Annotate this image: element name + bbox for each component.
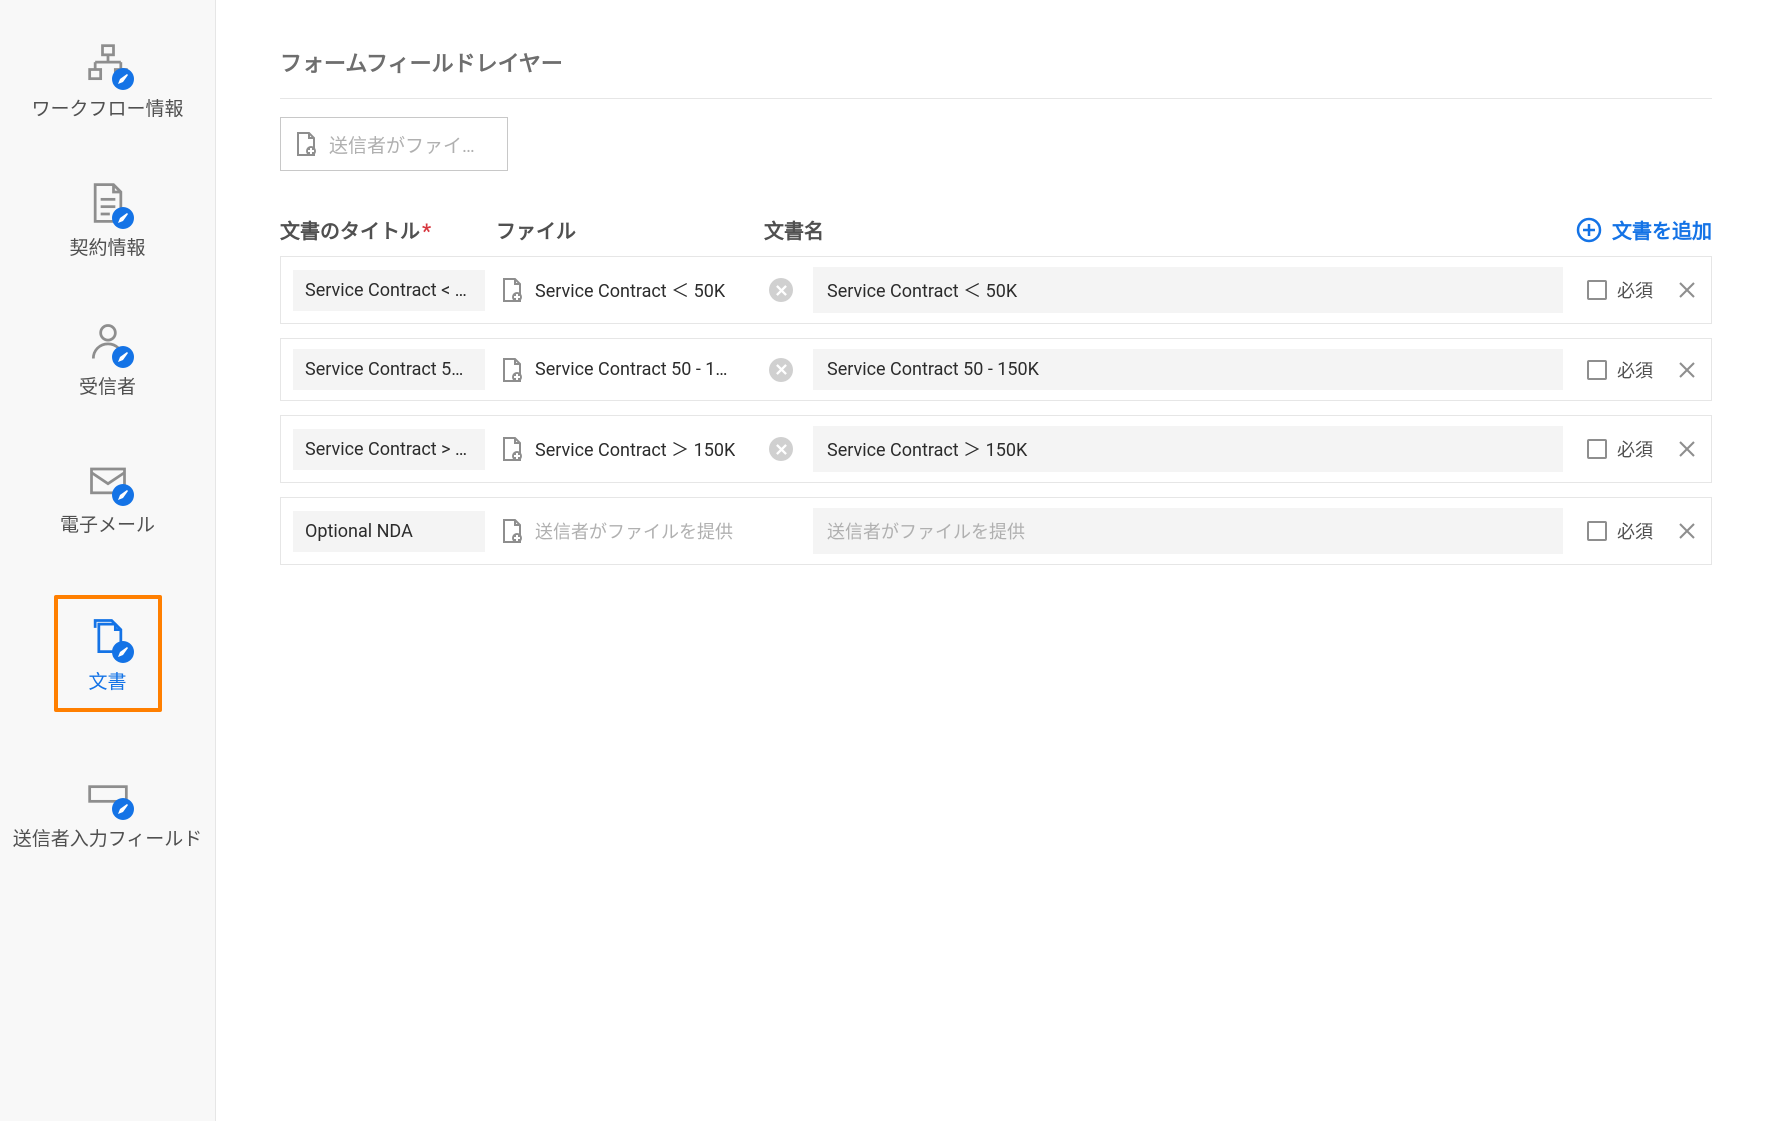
required-label: 必須: [1617, 436, 1653, 462]
required-checkbox[interactable]: [1587, 439, 1607, 459]
document-file-cell[interactable]: Service Contract ＞ 150K: [499, 436, 755, 462]
document-row: Service Contract < 5… Service Contract ＜ …: [280, 256, 1712, 324]
file-label: 送信者がファイルを提供: [535, 518, 733, 544]
sidebar-item-label: 送信者入力フィールド: [13, 828, 203, 851]
document-row: Optional NDA 送信者がファイルを提供 送信者がファイルを提供 必須: [280, 497, 1712, 565]
document-icon: [84, 179, 132, 227]
table-headers: 文書のタイトル* ファイル 文書名 文書を追加: [280, 215, 1712, 244]
header-title: 文書のタイトル*: [280, 215, 496, 244]
sidebar-item-label: 文書: [88, 671, 126, 694]
required-cell: 必須: [1587, 277, 1653, 303]
document-file-cell[interactable]: Service Contract ＜ 50K: [499, 277, 755, 303]
remove-row-button[interactable]: [1675, 519, 1699, 543]
document-file-cell[interactable]: 送信者がファイルを提供: [499, 518, 755, 544]
add-file-icon: [293, 131, 319, 157]
required-checkbox[interactable]: [1587, 280, 1607, 300]
document-rows: Service Contract < 5… Service Contract ＜ …: [280, 256, 1712, 565]
header-file: ファイル: [496, 215, 764, 244]
mail-icon: [84, 456, 132, 504]
sidebar-item-label: 契約情報: [69, 237, 145, 260]
document-name-input[interactable]: 送信者がファイルを提供: [813, 508, 1563, 554]
required-cell: 必須: [1587, 357, 1653, 383]
sidebar-item-label: ワークフロー情報: [31, 98, 183, 121]
input-field-icon: [84, 770, 132, 818]
clear-file-button[interactable]: [769, 437, 793, 461]
document-title-input[interactable]: Service Contract 50 -…: [293, 349, 485, 390]
required-label: 必須: [1617, 518, 1653, 544]
placeholder-text: 送信者がファイ…: [329, 131, 475, 158]
clear-file-button[interactable]: [769, 278, 793, 302]
document-name-input[interactable]: Service Contract ＜ 50K: [813, 267, 1563, 313]
sidebar-item-sender-input-fields[interactable]: 送信者入力フィールド: [0, 760, 215, 861]
person-icon: [84, 318, 132, 366]
section-title: フォームフィールドレイヤー: [280, 46, 1712, 78]
document-name-input[interactable]: Service Contract ＞ 150K: [813, 426, 1563, 472]
add-file-icon: [499, 518, 525, 544]
clear-file-button[interactable]: [769, 358, 793, 382]
required-checkbox[interactable]: [1587, 521, 1607, 541]
add-document-button[interactable]: 文書を追加: [1576, 215, 1712, 244]
sidebar-item-label: 電子メール: [60, 514, 155, 537]
form-field-layer-input[interactable]: 送信者がファイ…: [280, 117, 508, 171]
sidebar-item-agreement-info[interactable]: 契約情報: [0, 169, 215, 270]
document-row: Service Contract > 1… Service Contract ＞ …: [280, 415, 1712, 483]
document-title-input[interactable]: Service Contract > 1…: [293, 429, 485, 470]
sidebar-item-documents[interactable]: 文書: [0, 585, 215, 722]
workflow-icon: [84, 40, 132, 88]
add-document-label: 文書を追加: [1612, 215, 1712, 244]
files-icon: [84, 613, 132, 661]
required-checkbox[interactable]: [1587, 360, 1607, 380]
add-file-icon: [499, 436, 525, 462]
required-asterisk: *: [422, 219, 431, 243]
sidebar-item-recipients[interactable]: 受信者: [0, 308, 215, 409]
remove-row-button[interactable]: [1675, 358, 1699, 382]
header-name: 文書名: [764, 215, 1576, 244]
sidebar-item-workflow-info[interactable]: ワークフロー情報: [0, 30, 215, 131]
document-row: Service Contract 50 -… Service Contract 5…: [280, 338, 1712, 401]
document-title-input[interactable]: Optional NDA: [293, 511, 485, 552]
sidebar: ワークフロー情報 契約情報: [0, 0, 216, 1121]
add-file-icon: [499, 277, 525, 303]
required-cell: 必須: [1587, 436, 1653, 462]
document-name-input[interactable]: Service Contract 50 - 150K: [813, 349, 1563, 390]
main-content: フォームフィールドレイヤー 送信者がファイ… 文書のタイトル* ファイル 文書名…: [216, 0, 1782, 1121]
document-title-input[interactable]: Service Contract < 5…: [293, 270, 485, 311]
file-label: Service Contract ＞ 150K: [535, 436, 735, 462]
sidebar-item-email[interactable]: 電子メール: [0, 446, 215, 547]
file-label: Service Contract 50 - 1…: [535, 359, 727, 380]
required-label: 必須: [1617, 277, 1653, 303]
add-file-icon: [499, 357, 525, 383]
divider: [280, 98, 1712, 99]
remove-row-button[interactable]: [1675, 437, 1699, 461]
required-label: 必須: [1617, 357, 1653, 383]
remove-row-button[interactable]: [1675, 278, 1699, 302]
document-file-cell[interactable]: Service Contract 50 - 1…: [499, 357, 755, 383]
required-cell: 必須: [1587, 518, 1653, 544]
file-label: Service Contract ＜ 50K: [535, 277, 725, 303]
sidebar-item-label: 受信者: [79, 376, 136, 399]
